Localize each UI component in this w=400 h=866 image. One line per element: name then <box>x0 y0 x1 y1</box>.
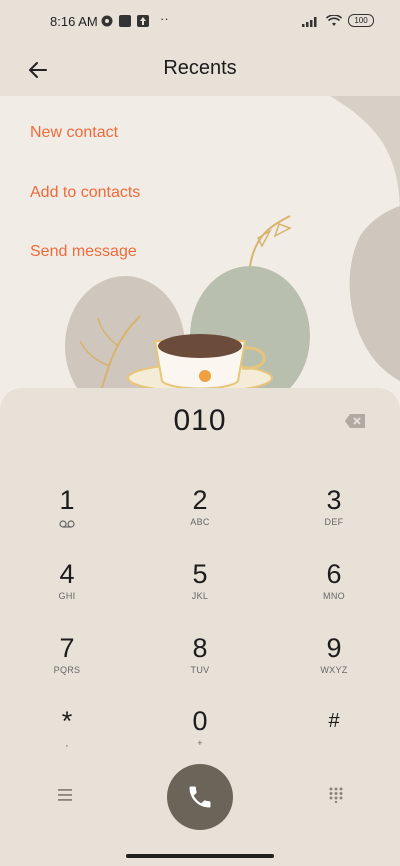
dialed-number[interactable]: 010 <box>0 404 400 438</box>
add-to-contacts-option[interactable]: Add to contacts <box>30 184 140 202</box>
app-header: Recents <box>0 44 400 96</box>
key-1[interactable]: 1 <box>17 485 117 547</box>
key-7[interactable]: 7 PQRS <box>17 633 117 695</box>
call-button[interactable] <box>167 764 233 830</box>
upload-icon <box>137 15 149 27</box>
battery-icon: 100 <box>348 14 374 27</box>
key-hash[interactable]: # <box>284 706 384 768</box>
more-notifications-icon: ·· <box>160 11 169 26</box>
page-title: Recents <box>163 57 237 79</box>
key-6[interactable]: 6 MNO <box>284 559 384 621</box>
wifi-icon <box>326 14 342 26</box>
notification-icon <box>101 15 113 27</box>
send-message-option[interactable]: Send message <box>30 243 137 261</box>
key-5[interactable]: 5 JKL <box>150 559 250 621</box>
key-2[interactable]: 2 ABC <box>150 485 250 547</box>
status-time: 8:16 AM <box>50 14 98 29</box>
home-indicator[interactable] <box>126 854 274 858</box>
key-8[interactable]: 8 TUV <box>150 633 250 695</box>
dialpad-icon[interactable] <box>328 787 344 803</box>
key-0[interactable]: 0 + <box>150 706 250 768</box>
key-4[interactable]: 4 GHI <box>17 559 117 621</box>
backspace-icon[interactable] <box>344 413 366 429</box>
status-bar: 8:16 AM ·· 100 <box>0 0 400 44</box>
key-star[interactable]: * , <box>17 706 117 768</box>
key-3[interactable]: 3 DEF <box>284 485 384 547</box>
dialpad-sheet: 010 1 2 ABC 3 DEF 4 GHI 5 JKL 6 MNO 7 PQ… <box>0 388 400 866</box>
signal-icon <box>302 16 317 27</box>
new-contact-option[interactable]: New contact <box>30 124 118 142</box>
contact-options-panel: New contact Add to contacts Send message <box>0 96 400 416</box>
phone-icon <box>189 786 211 808</box>
key-9[interactable]: 9 WXYZ <box>284 633 384 695</box>
notification-icon <box>119 15 131 27</box>
voicemail-icon <box>59 520 75 528</box>
menu-icon[interactable] <box>56 788 74 802</box>
